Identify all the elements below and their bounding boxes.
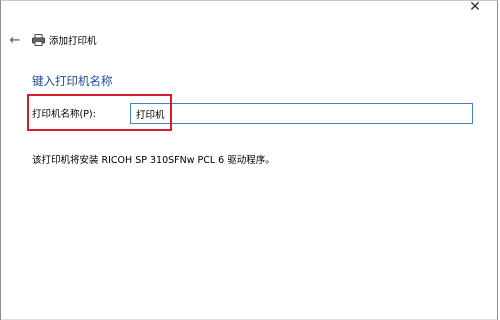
back-arrow-icon: ← — [9, 32, 21, 48]
wizard-title: 添加打印机 — [49, 36, 97, 47]
navigation-bar: ← 添加打印机 — [1, 29, 497, 51]
close-button[interactable]: ✕ — [453, 0, 497, 19]
title-bar: ✕ — [1, 0, 497, 19]
printer-name-input[interactable] — [130, 103, 473, 124]
driver-info-text: 该打印机将安装 RICOH SP 310SFNw PCL 6 驱动程序。 — [32, 155, 275, 166]
printer-icon — [31, 33, 45, 47]
add-printer-window: ✕ ← 添加打印机 键入打印机名称 打印机名称(P): 该打印机将安装 RICO… — [0, 0, 498, 320]
back-button[interactable]: ← — [3, 29, 27, 51]
page-heading: 键入打印机名称 — [32, 74, 113, 88]
close-icon: ✕ — [469, 0, 481, 15]
printer-name-label: 打印机名称(P): — [32, 109, 96, 120]
